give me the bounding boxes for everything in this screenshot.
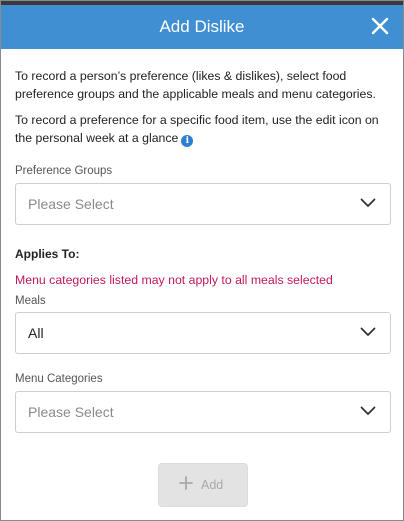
plus-icon: [179, 476, 193, 490]
close-icon: [371, 17, 389, 35]
dialog-title: Add Dislike: [159, 17, 245, 36]
chevron-down-icon: [360, 406, 376, 415]
intro-text-specific-item-label: To record a preference for a specific fo…: [15, 113, 379, 145]
add-button[interactable]: Add: [158, 463, 248, 507]
meals-label: Meals: [15, 295, 46, 307]
preference-groups-select[interactable]: Please Select: [15, 183, 391, 225]
dialog-header: Add Dislike: [1, 5, 403, 49]
chevron-down-icon: [360, 198, 376, 207]
preference-groups-label: Preference Groups: [15, 165, 113, 177]
intro-text: To record a person’s preference (likes &…: [15, 69, 376, 101]
menu-categories-label: Menu Categories: [15, 373, 103, 385]
add-button-label: Add: [201, 478, 224, 492]
add-dislike-dialog: Add Dislike To record a person’s prefere…: [0, 0, 404, 521]
intro-text-specific-item: To record a preference for a specific fo…: [15, 111, 391, 147]
applies-to-heading: Applies To:: [15, 247, 80, 261]
applies-to-warning: Menu categories listed may not apply to …: [15, 273, 333, 287]
meals-select[interactable]: All: [15, 312, 391, 354]
meals-value: All: [28, 325, 44, 341]
info-icon[interactable]: i: [181, 135, 194, 147]
menu-categories-placeholder: Please Select: [28, 404, 114, 420]
preference-groups-placeholder: Please Select: [28, 196, 114, 212]
close-button[interactable]: [370, 16, 390, 36]
chevron-down-icon: [360, 327, 376, 336]
menu-categories-select[interactable]: Please Select: [15, 391, 391, 433]
